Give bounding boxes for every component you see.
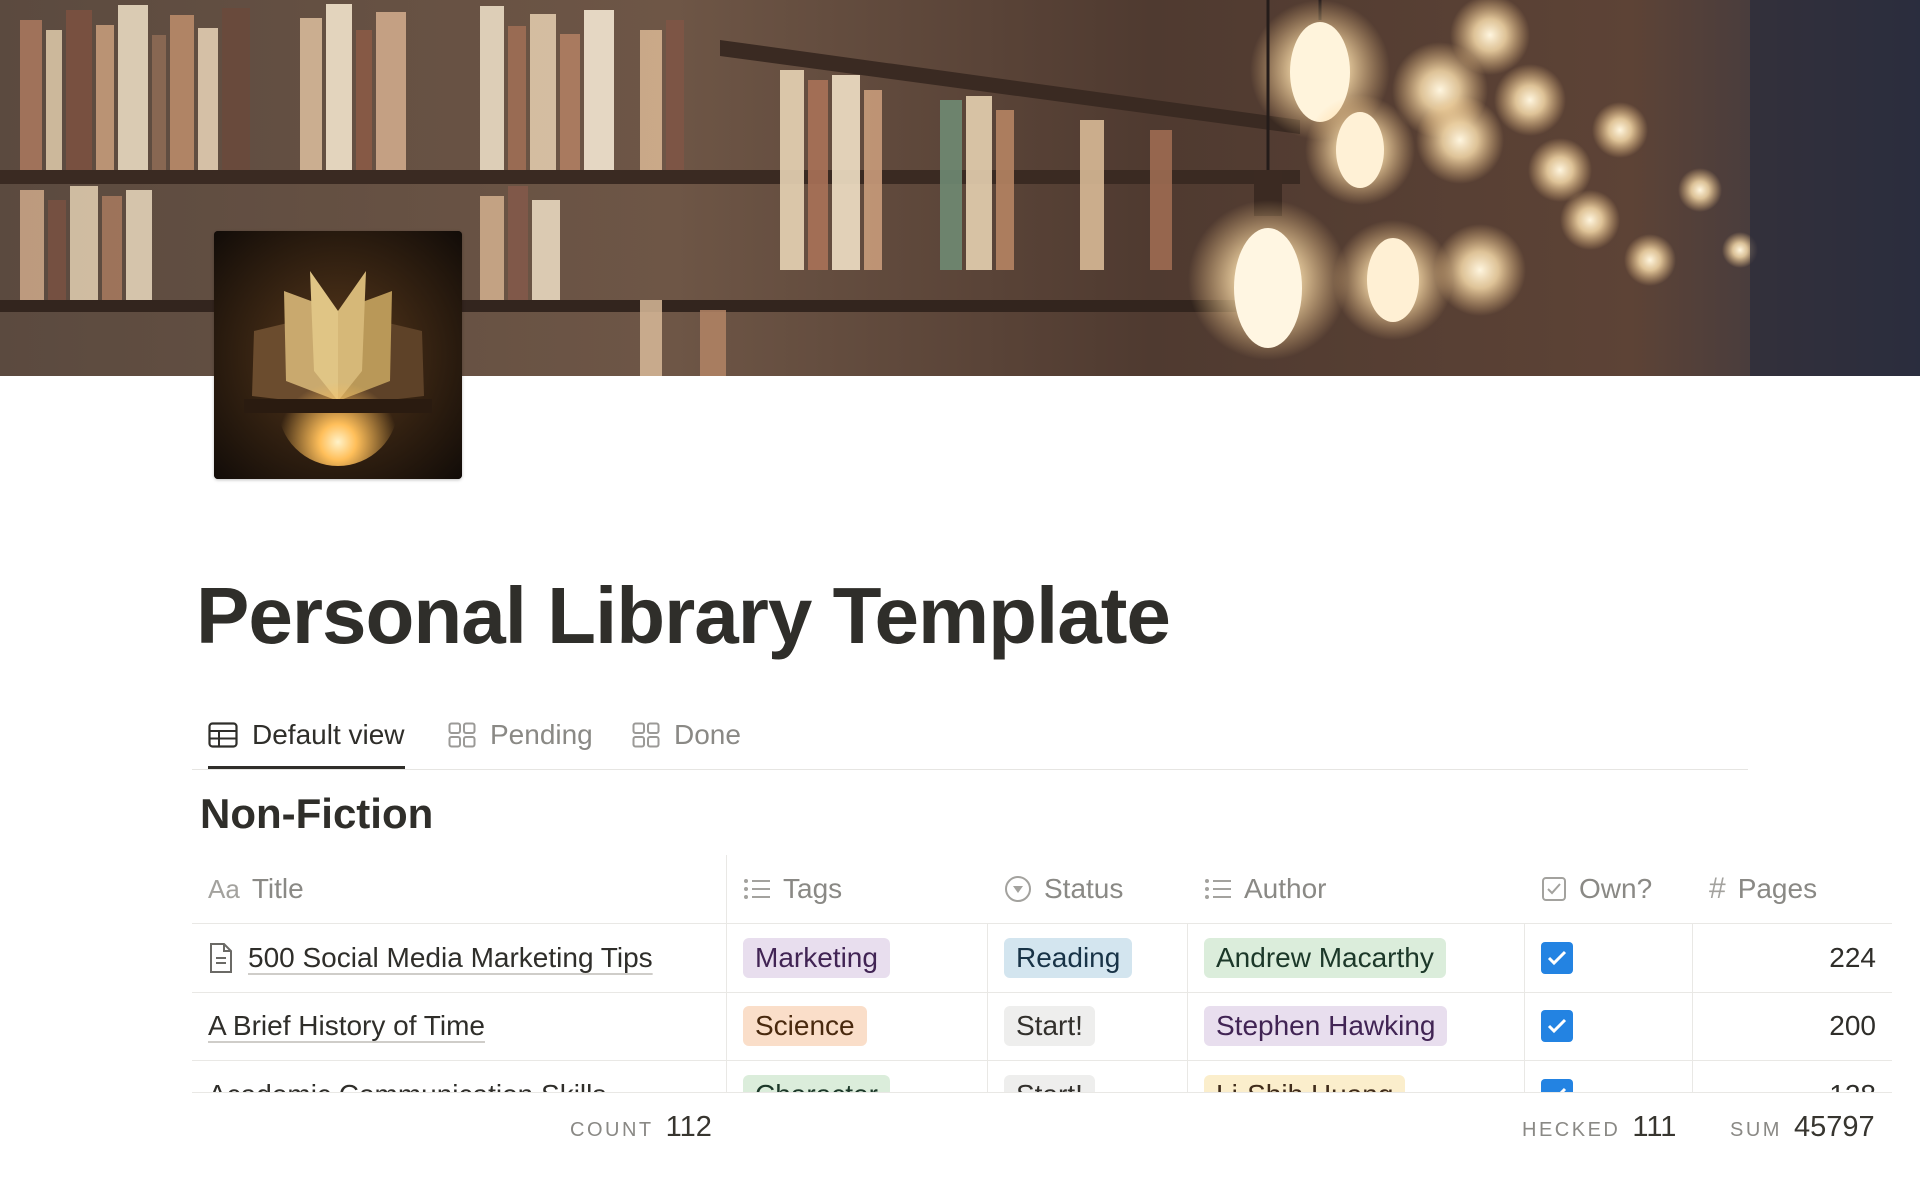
cell-author[interactable]: Li-Shih Huang — [1188, 1061, 1525, 1092]
cell-tags[interactable]: Marketing — [727, 924, 988, 992]
tab-pending[interactable]: Pending — [448, 704, 593, 766]
column-author-label: Author — [1244, 873, 1327, 904]
table-icon — [208, 722, 238, 748]
own-checkbox[interactable] — [1541, 1079, 1573, 1092]
cell-title[interactable]: Academic Communication Skills — [192, 1061, 727, 1092]
table-row[interactable]: A Brief History of Time Science Start! S… — [192, 992, 1892, 1061]
gallery-icon — [448, 722, 476, 748]
status-icon — [1005, 876, 1031, 902]
status-pill: Start! — [1004, 1006, 1095, 1046]
column-pages-label: Pages — [1737, 873, 1818, 904]
cell-tags[interactable]: Science — [727, 992, 988, 1060]
tag-pill: Character — [743, 1075, 890, 1092]
row-title[interactable]: A Brief History of Time — [208, 1010, 485, 1042]
tab-default-view[interactable]: Default view — [208, 704, 405, 770]
gallery-icon — [632, 722, 660, 748]
column-header-tags[interactable]: Tags — [727, 855, 988, 923]
author-pill: Li-Shih Huang — [1204, 1075, 1406, 1092]
tab-default-view-label: Default view — [252, 719, 405, 750]
own-checkbox[interactable] — [1541, 1010, 1573, 1042]
cell-own[interactable] — [1525, 924, 1693, 992]
column-header-author[interactable]: Author — [1188, 855, 1525, 923]
column-status-label: Status — [1044, 873, 1124, 904]
checked-value: 111 — [1632, 1111, 1677, 1143]
table-row[interactable]: 500 Social Media Marketing Tips Marketin… — [192, 923, 1892, 993]
cell-own[interactable] — [1525, 1061, 1693, 1092]
column-title-label: Title — [251, 873, 304, 904]
tag-pill: Marketing — [743, 938, 890, 978]
status-pill: Start! — [1004, 1075, 1095, 1092]
row-title[interactable]: Academic Communication Skills — [208, 1079, 606, 1092]
column-header-title[interactable]: Aa Title — [192, 855, 727, 923]
multi-select-icon — [1205, 879, 1231, 899]
cell-pages[interactable]: 200 — [1693, 992, 1892, 1060]
cell-tags[interactable]: Character — [727, 1061, 988, 1092]
tab-done[interactable]: Done — [632, 704, 741, 766]
sum-value: 45797 — [1793, 1111, 1875, 1143]
multi-select-icon — [744, 879, 770, 899]
view-tabs: Default view Pending Done — [192, 704, 1748, 770]
checkbox-property-icon — [1542, 877, 1566, 901]
checked-calculation[interactable]: HECKED 111 — [1522, 1111, 1676, 1144]
own-checkbox[interactable] — [1541, 942, 1573, 974]
number-property-icon: # — [1709, 872, 1726, 905]
count-label: COUNT — [570, 1119, 654, 1141]
count-value: 112 — [665, 1111, 712, 1143]
cell-own[interactable] — [1525, 992, 1693, 1060]
sum-label: SUM — [1730, 1119, 1782, 1141]
cell-pages[interactable]: 224 — [1693, 924, 1892, 992]
checkmark-icon — [1547, 1018, 1567, 1034]
database-table: Aa Title Tags Status Author Own? # Pages… — [192, 855, 1892, 1092]
sum-calculation[interactable]: SUM 45797 — [1730, 1111, 1875, 1144]
cell-status[interactable]: Start! — [988, 1061, 1188, 1092]
tab-done-label: Done — [674, 719, 741, 750]
column-header-own[interactable]: Own? — [1525, 855, 1693, 923]
author-pill: Stephen Hawking — [1204, 1006, 1448, 1046]
document-icon — [210, 943, 232, 973]
text-property-icon: Aa — [208, 873, 240, 904]
status-pill: Reading — [1004, 938, 1133, 978]
tabs-divider — [192, 769, 1748, 770]
column-own-label: Own? — [1579, 873, 1653, 904]
group-title[interactable]: Non-Fiction — [200, 790, 433, 838]
table-header: Aa Title Tags Status Author Own? # Pages — [192, 855, 1892, 924]
page-icon[interactable] — [214, 231, 462, 479]
tag-pill: Science — [743, 1006, 867, 1046]
column-tags-label: Tags — [783, 873, 843, 904]
cell-pages[interactable]: 128 — [1693, 1061, 1892, 1092]
row-title[interactable]: 500 Social Media Marketing Tips — [248, 942, 653, 974]
cell-status[interactable]: Reading — [988, 924, 1188, 992]
table-row[interactable]: Academic Communication Skills Character … — [192, 1061, 1892, 1092]
tab-pending-label: Pending — [490, 719, 593, 750]
cell-author[interactable]: Stephen Hawking — [1188, 992, 1525, 1060]
cell-status[interactable]: Start! — [988, 992, 1188, 1060]
checked-label: HECKED — [1522, 1119, 1621, 1141]
count-calculation[interactable]: COUNT 112 — [570, 1111, 712, 1144]
cell-title[interactable]: 500 Social Media Marketing Tips — [192, 924, 727, 992]
author-pill: Andrew Macarthy — [1204, 938, 1446, 978]
cell-title[interactable]: A Brief History of Time — [192, 992, 727, 1060]
cell-author[interactable]: Andrew Macarthy — [1188, 924, 1525, 992]
page-title[interactable]: Personal Library Template — [196, 570, 1171, 662]
column-header-status[interactable]: Status — [988, 855, 1188, 923]
checkmark-icon — [1547, 950, 1567, 966]
calculation-bar: COUNT 112 HECKED 111 SUM 45797 — [192, 1092, 1892, 1163]
column-header-pages[interactable]: # Pages — [1693, 855, 1892, 923]
